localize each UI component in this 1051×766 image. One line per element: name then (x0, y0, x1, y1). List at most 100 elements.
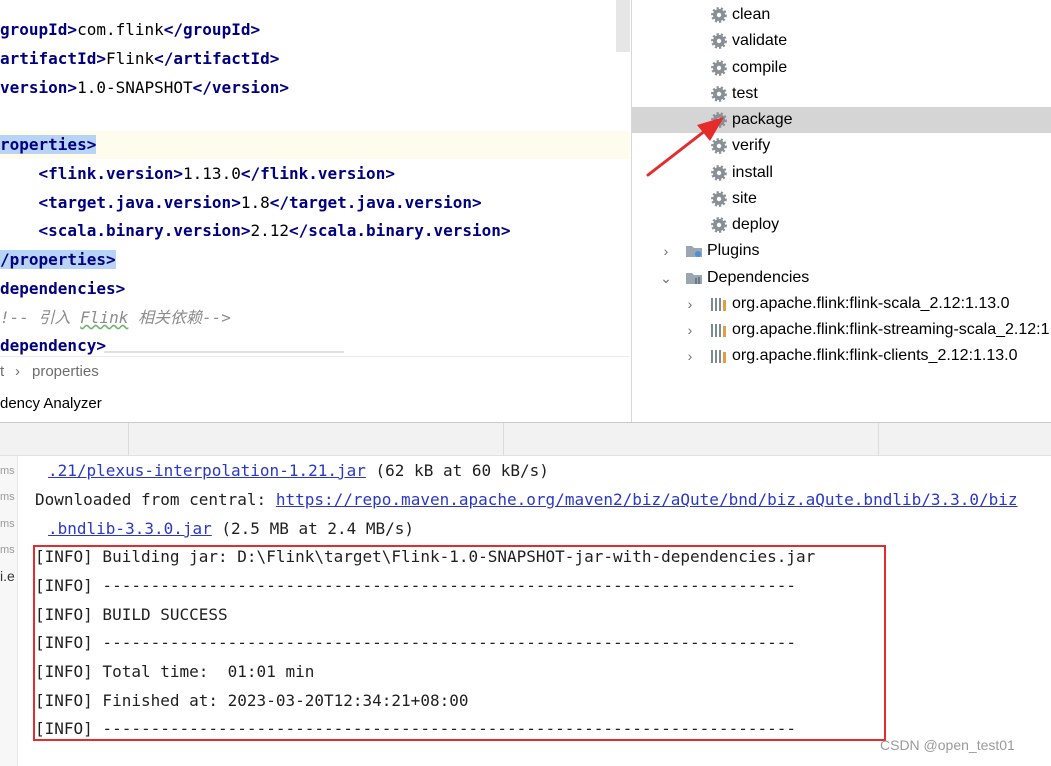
lifecycle-label: install (732, 164, 773, 181)
dependency-item[interactable]: › org.apache.flink:flink-scala_2.12:1.13… (632, 291, 1051, 317)
dependency-analyzer-tab[interactable]: dency Analyzer (0, 386, 630, 422)
console-link[interactable]: .21/plexus-interpolation-1.21.jar (48, 461, 366, 480)
code-line-properties-open[interactable]: roperties> (0, 131, 630, 159)
lifecycle-label: test (732, 85, 758, 102)
code-line-dependencies[interactable]: dependencies> (0, 275, 125, 303)
version-value: 1.0-SNAPSHOT (77, 78, 193, 97)
chevron-right-icon[interactable]: › (683, 343, 697, 369)
annotation-arrow-icon (646, 117, 724, 177)
breadcrumb-current[interactable]: properties (32, 357, 99, 387)
dependency-item[interactable]: › org.apache.flink:flink-clients_2.12:1.… (632, 343, 1051, 369)
groupid-value: com.flink (77, 20, 164, 39)
code-line-flink-version[interactable]: <flink.version>1.13.0</flink.version> (0, 160, 395, 188)
dependency-analyzer-label: dency Analyzer (0, 395, 102, 412)
chevron-down-icon[interactable]: ⌄ (659, 265, 673, 291)
code-line-target-java[interactable]: <target.java.version>1.8</target.java.ve… (0, 189, 482, 217)
breadcrumb: t › properties (0, 356, 630, 386)
lifecycle-label: clean (732, 6, 771, 23)
console-line: Downloaded from central: https://repo.ma… (35, 485, 1018, 514)
code-line-groupid[interactable]: groupId>com.flink</groupId> (0, 16, 260, 44)
dependencies-label: Dependencies (707, 269, 810, 286)
gear-icon (711, 217, 727, 233)
maven-tool-window: clean validate compile test package veri… (631, 0, 1051, 422)
code-line-version[interactable]: version>1.0-SNAPSHOT</version> (0, 74, 289, 102)
gutter-text: ms (0, 465, 15, 477)
tag-groupid-close: </groupId> (163, 20, 261, 39)
console-link[interactable]: .bndlib-3.3.0.jar (48, 519, 212, 538)
flink-version-value: 1.13.0 (183, 164, 241, 183)
console-text: (62 kB at 60 kB/s) (365, 461, 549, 480)
plugins-label: Plugins (707, 242, 760, 259)
code-line-comment[interactable]: !-- 引入 Flink 相关依赖--> (0, 304, 231, 332)
tree-node-plugins[interactable]: › Plugins (632, 238, 1051, 264)
gear-icon (711, 86, 727, 102)
dependencies-folder-icon (686, 273, 702, 284)
lifecycle-label: site (732, 190, 757, 207)
library-icon (711, 298, 726, 311)
comment-flink-word: Flink (80, 308, 129, 327)
lifecycle-label: validate (732, 32, 788, 49)
gutter-text: ms (0, 518, 15, 530)
tag-dependencies-open: dependencies> (0, 279, 126, 298)
watermark: CSDN @open_test01 (880, 737, 1015, 753)
tag-groupid-open: groupId> (0, 20, 78, 39)
gutter-text: ms (0, 491, 15, 503)
run-tool-window-header (0, 422, 1051, 457)
tag-flink-version-open: <flink.version> (38, 164, 184, 183)
lifecycle-label: deploy (732, 216, 780, 233)
header-divider (503, 423, 504, 457)
tag-dependency-open: dependency> (0, 336, 106, 355)
tag-artifactid-open: artifactId> (0, 49, 106, 68)
gutter-text: i.e (0, 568, 15, 584)
plugins-folder-icon (686, 246, 702, 257)
library-icon (711, 324, 726, 337)
chevron-right-icon[interactable]: › (683, 317, 697, 343)
tag-flink-version-close: </flink.version> (240, 164, 395, 183)
gear-icon (711, 7, 727, 23)
chevron-right-icon[interactable]: › (683, 291, 697, 317)
lifecycle-item-clean[interactable]: clean (632, 2, 1051, 28)
run-tree-gutter: ms ms ms ms i.e (0, 456, 18, 766)
gear-icon (711, 191, 727, 207)
gutter-text: ms (0, 544, 15, 556)
code-line-properties-close[interactable]: /properties> (0, 246, 116, 274)
lifecycle-item-deploy[interactable]: deploy (632, 212, 1051, 238)
gear-icon (711, 60, 727, 76)
tag-scala-binary-close: </scala.binary.version> (288, 221, 511, 240)
console-link[interactable]: https://repo.maven.apache.org/maven2/biz… (276, 490, 1018, 509)
code-line-scala-binary[interactable]: <scala.binary.version>2.12</scala.binary… (0, 217, 511, 245)
breadcrumb-parent[interactable]: t (0, 357, 4, 387)
header-divider (878, 423, 879, 457)
library-icon (711, 350, 726, 363)
run-console[interactable]: ms ms ms ms i.e .21/plexus-interpolation… (0, 456, 1051, 766)
tag-artifactid-close: </artifactId> (154, 49, 280, 68)
tag-properties-close: /properties> (0, 250, 116, 269)
dependency-item[interactable]: › org.apache.flink:flink-streaming-scala… (632, 317, 1051, 343)
gear-icon (711, 33, 727, 49)
chevron-right-icon[interactable]: › (659, 238, 673, 264)
tag-target-java-open: <target.java.version> (38, 193, 241, 212)
code-editor[interactable]: groupId>com.flink</groupId> artifactId>F… (0, 0, 630, 356)
tag-scala-binary-open: <scala.binary.version> (38, 221, 251, 240)
lifecycle-label: verify (732, 137, 771, 154)
code-line-dependency[interactable]: dependency> (0, 332, 106, 356)
editor-scrollbar[interactable] (616, 0, 630, 52)
tag-version-close: </version> (192, 78, 289, 97)
console-line: .21/plexus-interpolation-1.21.jar (62 kB… (48, 456, 549, 485)
header-divider (128, 423, 129, 457)
lifecycle-item-test[interactable]: test (632, 81, 1051, 107)
tree-node-dependencies[interactable]: ⌄ Dependencies (632, 265, 1051, 291)
console-text: (2.5 MB at 2.4 MB/s) (211, 519, 415, 538)
console-text: Downloaded from central: (35, 490, 276, 509)
tag-properties-open: roperties> (0, 135, 97, 154)
tag-version-open: version> (0, 78, 78, 97)
comment-start: !-- 引入 (0, 308, 81, 327)
lifecycle-item-validate[interactable]: validate (632, 28, 1051, 54)
dependency-label: org.apache.flink:flink-streaming-scala_2… (732, 321, 1050, 338)
lifecycle-item-compile[interactable]: compile (632, 55, 1051, 81)
console-line: .bndlib-3.3.0.jar (2.5 MB at 2.4 MB/s) (48, 514, 414, 543)
lifecycle-item-site[interactable]: site (632, 186, 1051, 212)
code-line-artifactid[interactable]: artifactId>Flink</artifactId> (0, 45, 279, 73)
comment-end: 相关依赖--> (128, 308, 231, 327)
scala-binary-value: 2.12 (250, 221, 289, 240)
